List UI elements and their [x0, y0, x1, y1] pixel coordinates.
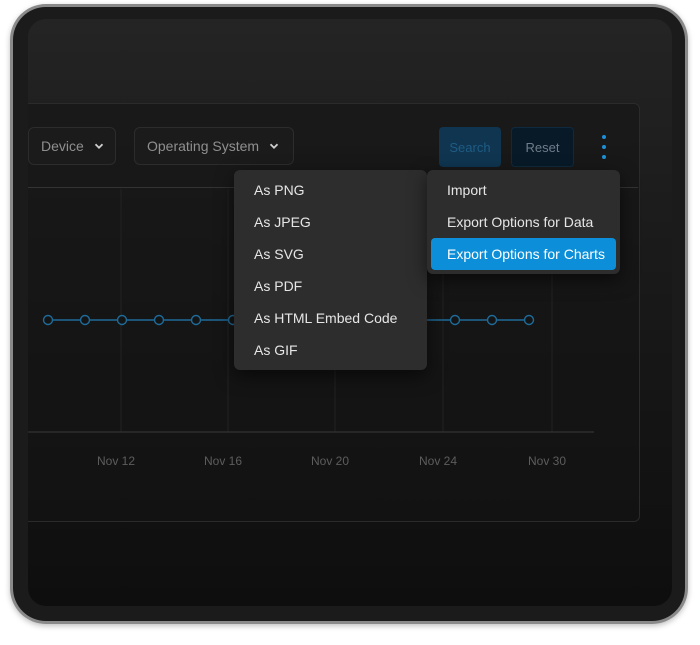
os-filter-label: Operating System [147, 138, 260, 154]
device-filter-label: Device [41, 138, 84, 154]
reset-button[interactable]: Reset [511, 127, 574, 167]
data-point[interactable] [523, 314, 535, 326]
menu-item-as-png[interactable]: As PNG [238, 174, 423, 206]
x-tick-label: Nov 30 [528, 454, 566, 468]
search-button[interactable]: Search [439, 127, 501, 167]
chevron-down-icon [269, 141, 279, 151]
chart-export-submenu: As PNG As JPEG As SVG As PDF As HTML Emb… [234, 170, 427, 370]
os-filter-dropdown[interactable]: Operating System [134, 127, 294, 165]
app-screen: Device Operating System Search Reset Nov… [28, 19, 672, 606]
x-tick-label: Nov 12 [97, 454, 135, 468]
x-tick-label: Nov 16 [204, 454, 242, 468]
menu-item-as-gif[interactable]: As GIF [238, 334, 423, 366]
menu-item-export-charts[interactable]: Export Options for Charts [431, 238, 616, 270]
data-point[interactable] [42, 314, 54, 326]
data-point[interactable] [190, 314, 202, 326]
menu-item-export-data[interactable]: Export Options for Data [431, 206, 616, 238]
menu-item-as-svg[interactable]: As SVG [238, 238, 423, 270]
data-point[interactable] [449, 314, 461, 326]
menu-item-import[interactable]: Import [431, 174, 616, 206]
data-point[interactable] [116, 314, 128, 326]
menu-item-as-pdf[interactable]: As PDF [238, 270, 423, 302]
menu-item-as-html-embed-code[interactable]: As HTML Embed Code [238, 302, 423, 334]
export-options-menu: Import Export Options for Data Export Op… [427, 170, 620, 274]
x-tick-label: Nov 20 [311, 454, 349, 468]
data-point[interactable] [153, 314, 165, 326]
data-point[interactable] [486, 314, 498, 326]
more-vertical-icon[interactable] [598, 135, 610, 159]
data-point[interactable] [79, 314, 91, 326]
device-filter-dropdown[interactable]: Device [28, 127, 116, 165]
menu-item-as-jpeg[interactable]: As JPEG [238, 206, 423, 238]
chevron-down-icon [94, 141, 104, 151]
x-tick-label: Nov 24 [419, 454, 457, 468]
